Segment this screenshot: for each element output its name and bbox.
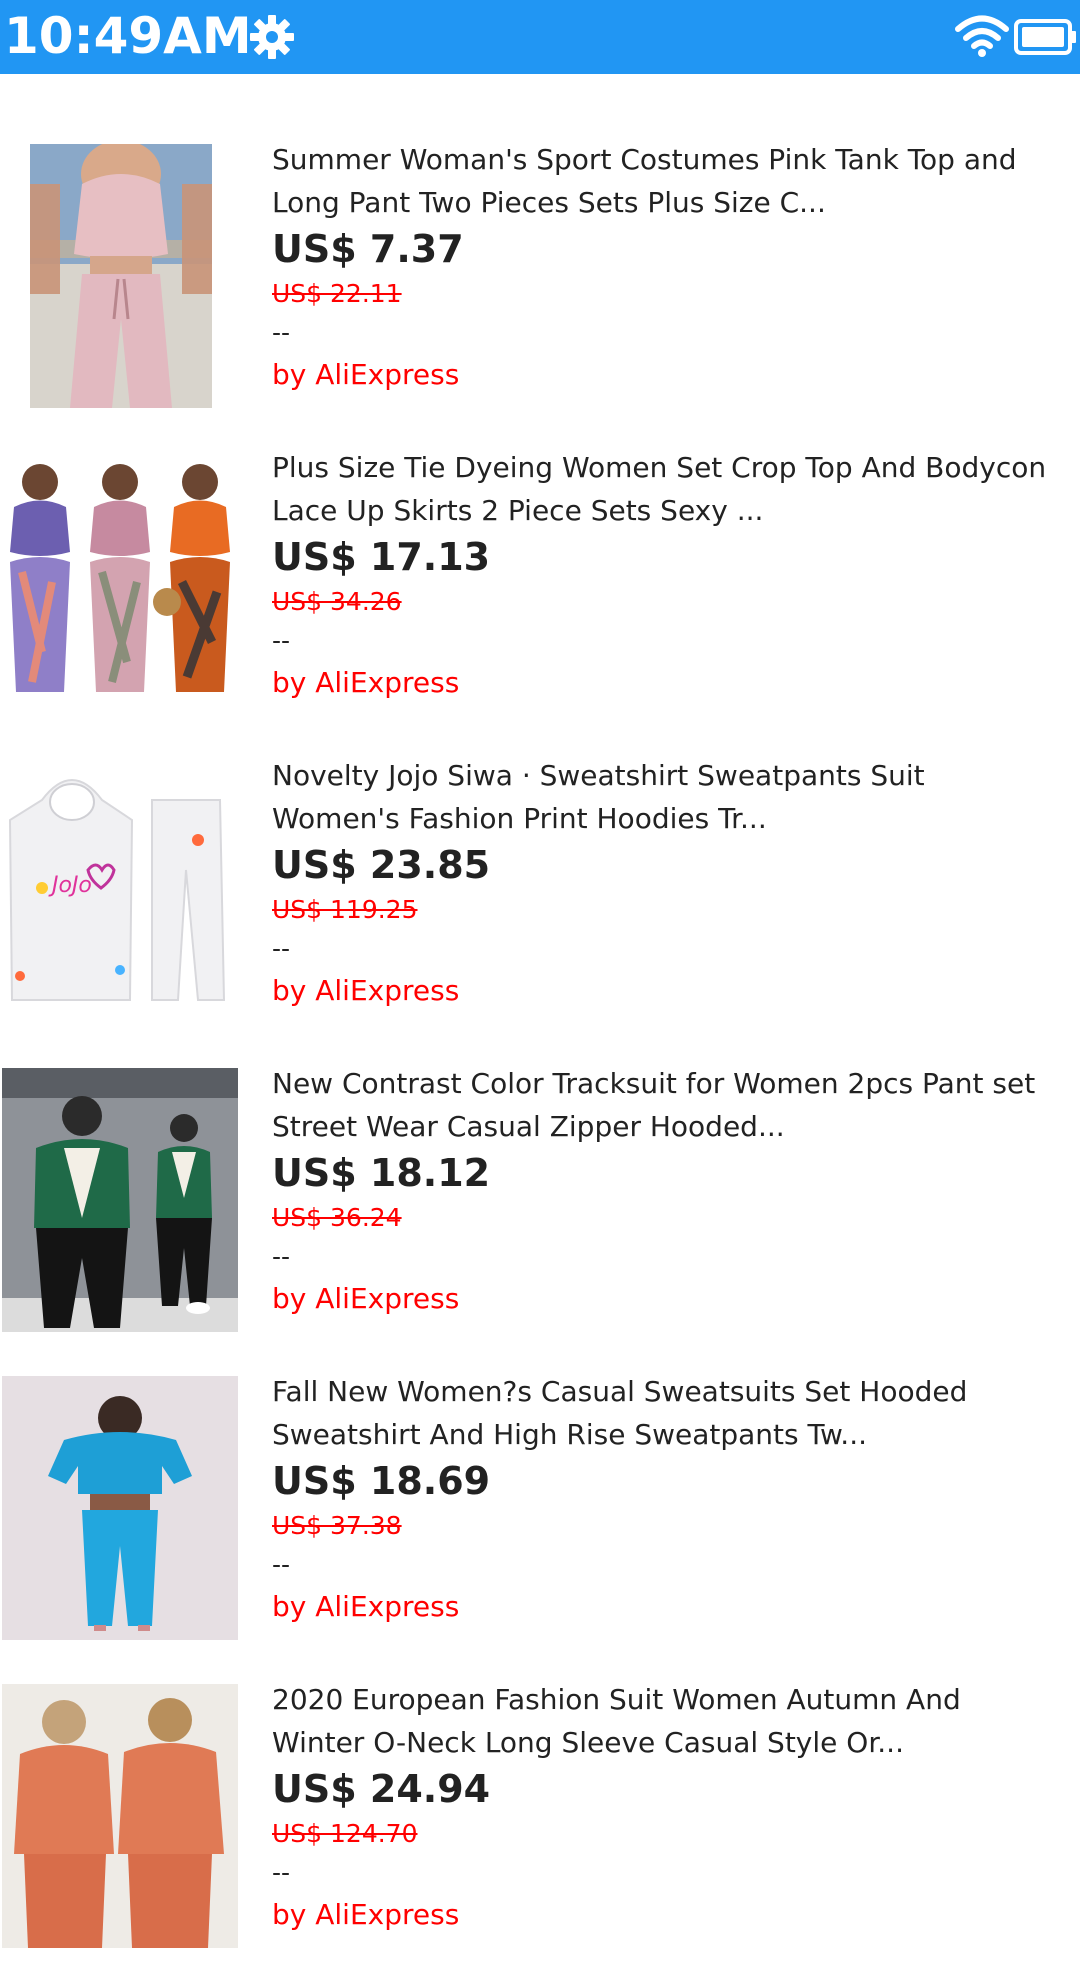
status-time: 10:49AM — [4, 7, 252, 65]
product-seller[interactable]: by AliExpress — [272, 660, 1072, 706]
product-image[interactable] — [2, 1068, 238, 1332]
product-title[interactable]: Long Pant Two Pieces Sets Plus Size C... — [272, 181, 1072, 224]
status-bar: 10:49AM — [0, 0, 1080, 74]
product-title[interactable]: Winter O-Neck Long Sleeve Casual Style O… — [272, 1721, 1072, 1764]
product-price: US$ 23.85 — [272, 843, 491, 887]
product-price: US$ 7.37 — [272, 227, 464, 271]
product-old-price: US$ 34.26 — [272, 587, 402, 616]
product-old-price: US$ 124.70 — [272, 1819, 418, 1848]
product-seller[interactable]: by AliExpress — [272, 968, 1072, 1014]
product-rating: -- — [272, 1858, 291, 1887]
product-seller[interactable]: by AliExpress — [272, 352, 1072, 398]
product-old-price: US$ 37.38 — [272, 1511, 402, 1540]
product-price: US$ 18.69 — [272, 1459, 491, 1503]
product-title[interactable]: Women's Fashion Print Hoodies Tr... — [272, 797, 1072, 840]
product-item[interactable]: JoJo Novelty Jojo Siwa · Sweatshirt Swea… — [0, 754, 1080, 1062]
product-old-price: US$ 36.24 — [272, 1203, 402, 1232]
product-old-price: US$ 22.11 — [272, 279, 402, 308]
product-old-price: US$ 119.25 — [272, 895, 418, 924]
product-item[interactable]: Fall New Women?s Casual Sweatsuits Set H… — [0, 1370, 1080, 1678]
svg-text:JoJo: JoJo — [48, 873, 92, 898]
product-rating: -- — [272, 934, 291, 963]
product-seller[interactable]: by AliExpress — [272, 1276, 1072, 1322]
product-image[interactable] — [2, 1376, 238, 1640]
product-price: US$ 17.13 — [272, 535, 491, 579]
product-title[interactable]: Fall New Women?s Casual Sweatsuits Set H… — [272, 1370, 1072, 1413]
product-title[interactable]: Novelty Jojo Siwa · Sweatshirt Sweatpant… — [272, 754, 1072, 797]
product-title[interactable]: 2020 European Fashion Suit Women Autumn … — [272, 1678, 1072, 1721]
product-rating: -- — [272, 318, 291, 347]
product-image[interactable] — [2, 1684, 238, 1948]
product-item[interactable]: Plus Size Tie Dyeing Women Set Crop Top … — [0, 446, 1080, 754]
product-item[interactable]: 2020 European Fashion Suit Women Autumn … — [0, 1678, 1080, 1986]
product-price: US$ 18.12 — [272, 1151, 491, 1195]
product-image[interactable] — [30, 144, 212, 408]
product-rating: -- — [272, 1242, 291, 1271]
product-item[interactable]: Summer Woman's Sport Costumes Pink Tank … — [0, 138, 1080, 446]
product-title[interactable]: Summer Woman's Sport Costumes Pink Tank … — [272, 138, 1072, 181]
gear-icon — [248, 13, 296, 61]
product-rating: -- — [272, 1550, 291, 1579]
product-seller[interactable]: by AliExpress — [272, 1892, 1072, 1938]
product-item[interactable]: New Contrast Color Tracksuit for Women 2… — [0, 1062, 1080, 1370]
product-image[interactable] — [2, 452, 238, 716]
wifi-icon — [955, 14, 1009, 58]
product-title[interactable]: Sweatshirt And High Rise Sweatpants Tw..… — [272, 1413, 1072, 1456]
battery-icon — [1014, 18, 1078, 56]
product-image[interactable]: JoJo — [2, 760, 238, 1024]
product-title[interactable]: Plus Size Tie Dyeing Women Set Crop Top … — [272, 446, 1072, 489]
product-title[interactable]: New Contrast Color Tracksuit for Women 2… — [272, 1062, 1072, 1105]
product-price: US$ 24.94 — [272, 1767, 491, 1811]
product-seller[interactable]: by AliExpress — [272, 1584, 1072, 1630]
product-rating: -- — [272, 626, 291, 655]
product-title[interactable]: Lace Up Skirts 2 Piece Sets Sexy ... — [272, 489, 1072, 532]
product-title[interactable]: Street Wear Casual Zipper Hooded... — [272, 1105, 1072, 1148]
